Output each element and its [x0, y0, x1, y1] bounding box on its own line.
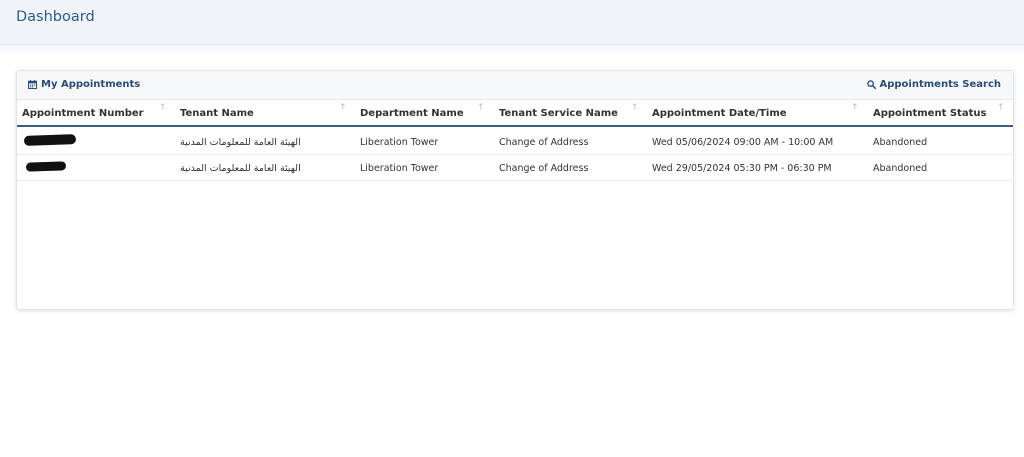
sort-arrow-icon[interactable]: ↑	[159, 103, 167, 113]
appointment-datetime-cell: Wed 05/06/2024 09:00 AM - 10:00 AM	[652, 137, 834, 148]
panel-title: My Appointments	[28, 79, 140, 90]
calendar-icon	[28, 80, 37, 89]
appointment-status-cell: Abandoned	[873, 163, 928, 174]
tenant-name-cell: الهيئة العامة للمعلومات المدنية	[180, 163, 301, 174]
appointment-datetime-cell: Wed 29/05/2024 05:30 PM - 06:30 PM	[652, 163, 832, 174]
col-header-appointment-status[interactable]: Appointment Status	[873, 108, 986, 119]
redacted-appointment-number	[25, 161, 67, 172]
appointments-search-label: Appointments Search	[879, 79, 1002, 90]
redacted-appointment-number	[23, 134, 77, 146]
service-name-cell: Change of Address	[499, 137, 589, 148]
col-header-tenant-service-name[interactable]: Tenant Service Name	[499, 108, 618, 119]
sort-arrow-icon[interactable]: ↑	[631, 103, 639, 113]
panel-header: My Appointments Appointments Search	[17, 71, 1013, 100]
table-row[interactable]: الهيئة العامة للمعلومات المدنية Liberati…	[17, 155, 1013, 181]
appointment-status-cell: Abandoned	[873, 137, 928, 148]
service-name-cell: Change of Address	[499, 163, 589, 174]
sort-arrow-icon[interactable]: ↑	[477, 103, 485, 113]
panel-title-label: My Appointments	[41, 79, 141, 90]
table-header: Appointment Number ↑ Tenant Name ↑ Depar…	[17, 99, 1013, 127]
sort-arrow-icon[interactable]: ↑	[339, 103, 347, 113]
col-header-tenant-name[interactable]: Tenant Name	[180, 108, 254, 119]
col-header-department-name[interactable]: Department Name	[360, 108, 464, 119]
tenant-name-cell: الهيئة العامة للمعلومات المدنية	[180, 137, 301, 148]
sort-arrow-icon[interactable]: ↑	[851, 103, 859, 113]
search-icon	[866, 80, 876, 89]
page-title: Dashboard	[16, 9, 95, 25]
department-name-cell: Liberation Tower	[360, 137, 439, 148]
appointments-search-link[interactable]: Appointments Search	[866, 79, 1002, 90]
table-row[interactable]: الهيئة العامة للمعلومات المدنية Liberati…	[17, 129, 1013, 155]
top-bar: Dashboard	[0, 0, 1024, 45]
col-header-appointment-datetime[interactable]: Appointment Date/Time	[652, 108, 787, 119]
col-header-appointment-number[interactable]: Appointment Number	[22, 108, 144, 119]
department-name-cell: Liberation Tower	[360, 163, 439, 174]
appointments-panel: My Appointments Appointments Search Appo…	[16, 70, 1014, 310]
sort-arrow-icon[interactable]: ↑	[997, 103, 1005, 113]
